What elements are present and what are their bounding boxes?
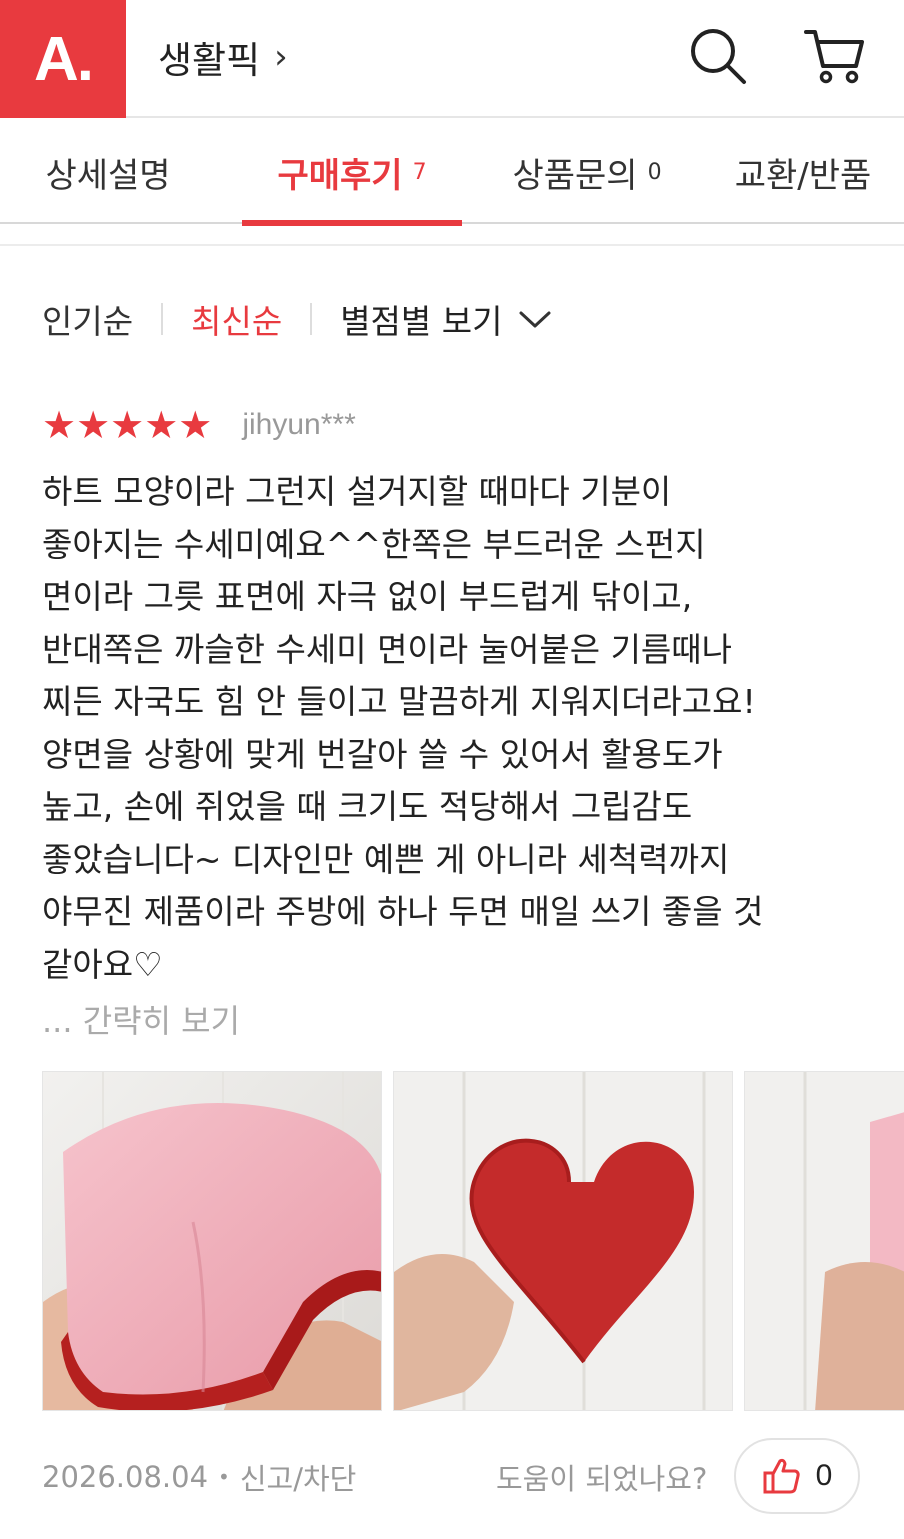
helpful-like-button[interactable]: 0 — [734, 1438, 860, 1514]
section-divider — [0, 244, 904, 246]
category-breadcrumb[interactable]: 생활픽 › — [158, 30, 288, 84]
category-label: 생활픽 — [158, 39, 261, 82]
brand-logo[interactable]: A. — [0, 0, 126, 118]
review-meta: 2026.08.04 • 신고/차단 — [42, 1456, 356, 1498]
sort-by-rating-label: 별점별 보기 — [340, 302, 503, 341]
like-count: 0 — [815, 1459, 833, 1492]
thumbs-up-icon — [763, 1458, 800, 1494]
search-icon[interactable] — [686, 24, 750, 88]
star-rating: ★★★★★ — [42, 403, 213, 447]
review-body: 하트 모양이라 그런지 설거지할 때마다 기분이 좋아지는 수세미예요^^한쪽은… — [42, 472, 764, 984]
review-photo[interactable] — [744, 1071, 904, 1411]
collapse-review-button[interactable]: ... 간략히 보기 — [42, 996, 240, 1042]
tab-label: 상품문의 — [512, 155, 638, 196]
tab-inquiry[interactable]: 상품문의 0 — [472, 120, 702, 224]
tab-label: 구매후기 — [277, 155, 403, 196]
reviewer-name: jihyun*** — [242, 408, 356, 441]
tab-label: 상세설명 — [45, 155, 171, 196]
sort-latest[interactable]: 최신순 — [191, 295, 282, 343]
cart-icon[interactable] — [802, 24, 866, 88]
review-header: ★★★★★ jihyun*** — [42, 404, 356, 446]
product-tabs: 상세설명 구매후기 7 상품문의 0 교환/반품 — [0, 120, 904, 226]
sort-options: 인기순 최신순 별점별 보기 — [42, 294, 552, 344]
review-photo[interactable] — [393, 1071, 733, 1411]
review-photo[interactable] — [42, 1071, 382, 1411]
tab-detail[interactable]: 상세설명 — [0, 120, 216, 224]
logo-text: A. — [34, 24, 94, 94]
tab-exchange-return[interactable]: 교환/반품 — [702, 120, 904, 224]
meta-separator: • — [218, 1465, 230, 1489]
sort-divider — [310, 303, 313, 335]
sort-divider — [161, 303, 164, 335]
chevron-down-icon — [519, 311, 551, 328]
tab-count: 0 — [647, 159, 662, 185]
sort-by-rating-dropdown[interactable]: 별점별 보기 — [340, 295, 552, 343]
tab-label: 교환/반품 — [734, 155, 872, 196]
sort-popular[interactable]: 인기순 — [42, 295, 133, 343]
review-photos — [42, 1071, 904, 1411]
report-block-link[interactable]: 신고/차단 — [240, 1456, 357, 1498]
helpful-question: 도움이 되었나요? — [496, 1462, 708, 1496]
tab-count: 7 — [412, 159, 427, 185]
tab-reviews[interactable]: 구매후기 7 — [242, 120, 462, 226]
review-date: 2026.08.04 — [42, 1460, 209, 1494]
app-header: A. 생활픽 › — [0, 0, 904, 118]
chevron-right-icon: › — [274, 37, 288, 77]
